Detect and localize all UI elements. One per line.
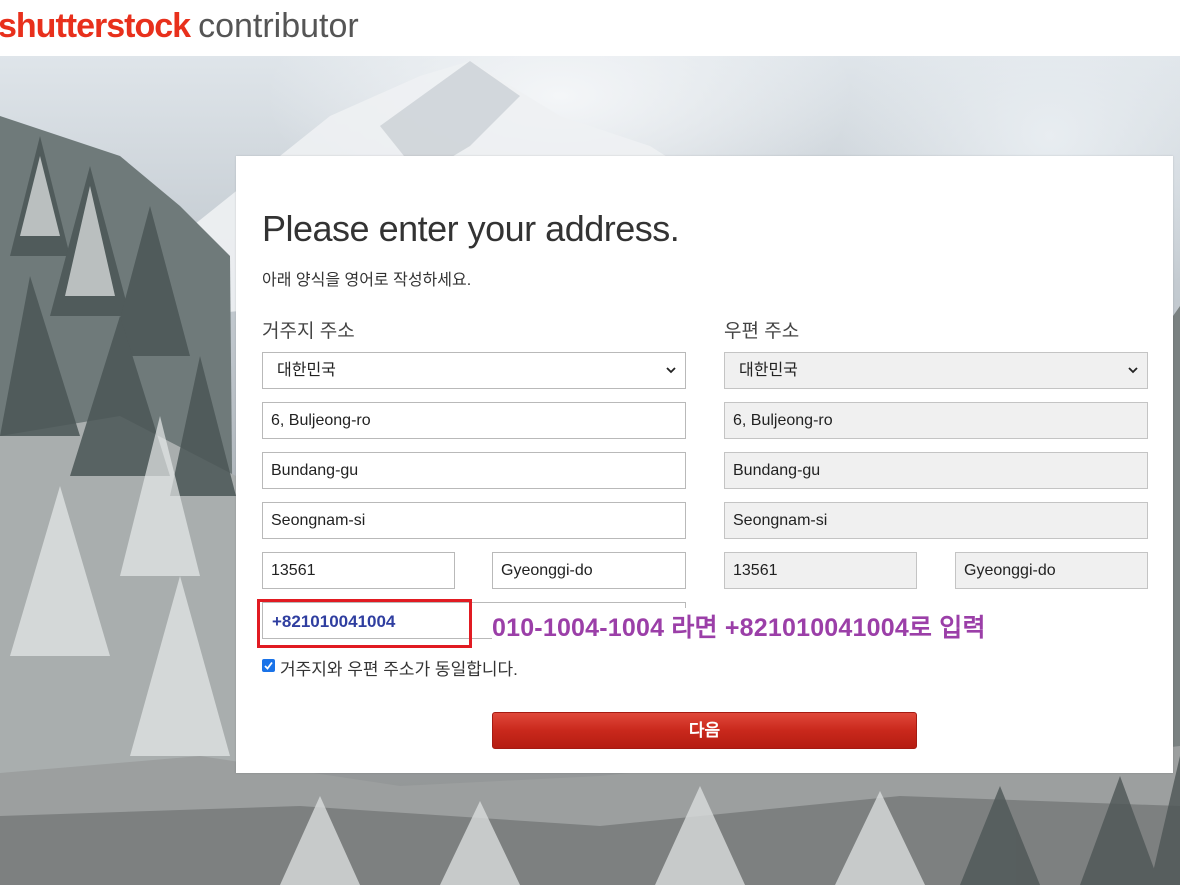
mailing-address-label: 우편 주소 xyxy=(724,321,800,342)
residence-address-label: 거주지 주소 xyxy=(262,321,355,342)
chevron-down-icon xyxy=(1128,367,1138,374)
address-form-card: Please enter your address. 아래 양식을 영어로 작성… xyxy=(236,156,1173,773)
residence-city-input[interactable]: Seongnam-si xyxy=(262,502,686,539)
mailing-country-select[interactable]: 대한민국 xyxy=(724,352,1148,389)
phone-highlight-box xyxy=(257,599,472,648)
residence-postal-code-input[interactable]: 13561 xyxy=(262,552,455,589)
residence-country-select[interactable]: 대한민국 xyxy=(262,352,686,389)
mailing-address2-input[interactable]: Bundang-gu xyxy=(724,452,1148,489)
residence-address1-input[interactable]: 6, Buljeong-ro xyxy=(262,402,686,439)
mailing-postal-code-input[interactable]: 13561 xyxy=(724,552,917,589)
same-address-label: 거주지와 우편 주소가 동일합니다. xyxy=(280,660,518,679)
logo-brand: shutterstock xyxy=(0,7,191,45)
mailing-country-value: 대한민국 xyxy=(739,362,798,379)
page-subtitle: 아래 양식을 영어로 작성하세요. xyxy=(262,272,472,289)
page-title: Please enter your address. xyxy=(262,208,680,249)
mailing-state-input[interactable]: Gyeonggi-do xyxy=(955,552,1148,589)
top-bar: shutterstock contributor xyxy=(0,0,1180,56)
checkmark-icon xyxy=(264,661,273,670)
mailing-city-input[interactable]: Seongnam-si xyxy=(724,502,1148,539)
chevron-down-icon xyxy=(666,367,676,374)
residence-state-input[interactable]: Gyeonggi-do xyxy=(492,552,686,589)
shutterstock-contributor-logo[interactable]: shutterstock contributor xyxy=(0,6,359,46)
mailing-address1-input[interactable]: 6, Buljeong-ro xyxy=(724,402,1148,439)
same-address-row: 거주지와 우편 주소가 동일합니다. xyxy=(262,655,518,679)
logo-product: contributor xyxy=(198,7,359,45)
residence-address2-input[interactable]: Bundang-gu xyxy=(262,452,686,489)
same-address-checkbox[interactable] xyxy=(262,659,275,672)
phone-format-annotation: 010-1004-1004 라면 +821010041004로 입력 xyxy=(492,608,992,644)
next-button[interactable]: 다음 xyxy=(492,712,917,749)
residence-country-value: 대한민국 xyxy=(277,362,336,379)
